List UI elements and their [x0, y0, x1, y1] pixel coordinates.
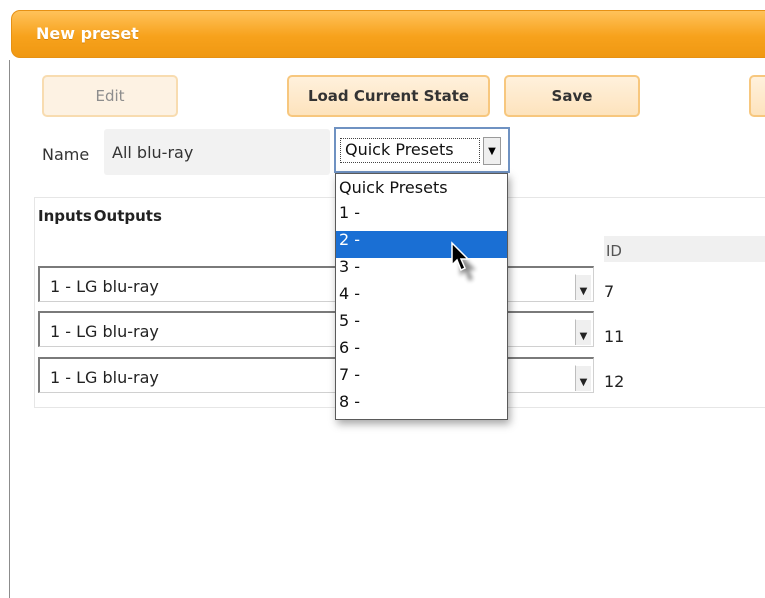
input-select-value: 1 - LG blu-ray	[50, 368, 159, 387]
quick-presets-select[interactable]: Quick Presets ▼	[334, 127, 510, 173]
input-select-value: 1 - LG blu-ray	[50, 277, 159, 296]
mouse-cursor-icon	[451, 241, 476, 281]
input-select-row[interactable]: 1 - LG blu-ray ▼	[38, 266, 594, 302]
dropdown-option[interactable]: 5 -	[336, 312, 507, 339]
row-id: 11	[604, 327, 625, 346]
chevron-down-icon[interactable]: ▼	[575, 365, 591, 391]
dropdown-option[interactable]: 1 -	[336, 204, 507, 231]
input-select-row[interactable]: 1 - LG blu-ray ▼	[38, 311, 594, 347]
dropdown-option[interactable]: 4 -	[336, 285, 507, 312]
save-button[interactable]: Save	[504, 75, 640, 117]
title-bar: New preset	[11, 10, 765, 58]
name-label: Name	[42, 145, 90, 164]
quick-presets-value: Quick Presets	[340, 138, 480, 163]
id-column-header: ID	[604, 236, 765, 262]
row-id: 12	[604, 372, 625, 391]
row-id: 7	[604, 282, 615, 301]
toolbar-overflow-button[interactable]	[749, 75, 765, 117]
name-input[interactable]: All blu-ray	[104, 129, 330, 175]
chevron-down-icon[interactable]: ▼	[575, 319, 591, 345]
panel-tabs: Inputs Outputs	[38, 207, 164, 225]
input-select-value: 1 - LG blu-ray	[50, 322, 159, 341]
edit-button[interactable]: Edit	[42, 75, 178, 117]
input-select-row[interactable]: 1 - LG blu-ray ▼	[38, 357, 594, 393]
dropdown-option[interactable]: 3 -	[336, 258, 507, 285]
dropdown-option[interactable]: 8 -	[336, 393, 507, 420]
dropdown-option-selected[interactable]: 2 -	[336, 231, 507, 258]
window-title: New preset	[36, 24, 139, 43]
window-border	[9, 60, 10, 598]
dropdown-option[interactable]: 6 -	[336, 339, 507, 366]
chevron-down-icon[interactable]: ▼	[575, 274, 591, 300]
dropdown-option[interactable]: 7 -	[336, 366, 507, 393]
chevron-down-icon[interactable]: ▼	[483, 137, 501, 165]
quick-presets-dropdown: Quick Presets 1 - 2 - 3 - 4 - 5 - 6 - 7 …	[335, 173, 508, 420]
tab-inputs[interactable]: Inputs	[38, 207, 92, 225]
dropdown-option[interactable]: Quick Presets	[336, 174, 507, 204]
load-current-state-button[interactable]: Load Current State	[287, 75, 490, 117]
tab-outputs[interactable]: Outputs	[94, 207, 162, 225]
